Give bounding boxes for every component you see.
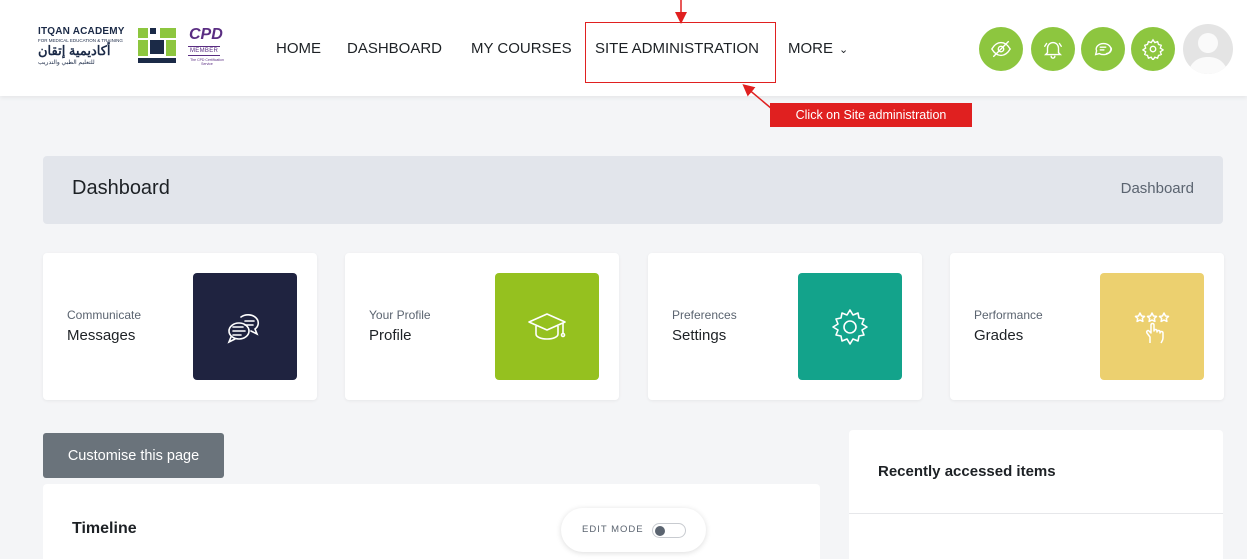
gear-icon [1142, 38, 1164, 60]
recently-accessed-title: Recently accessed items [878, 463, 1056, 480]
chat-icon [1094, 42, 1113, 56]
page-title: Dashboard [72, 177, 170, 199]
settings-button[interactable] [1131, 27, 1175, 71]
cpd-member: MEMBER [188, 46, 221, 56]
card-label: Messages [67, 327, 136, 344]
divider [849, 513, 1223, 514]
edit-mode-label: EDIT MODE [582, 524, 644, 535]
cpd-text: CPD [189, 26, 223, 43]
recently-accessed-block: Recently accessed items [849, 430, 1223, 559]
annotation-highlight-box [585, 22, 776, 83]
edit-mode-switch[interactable] [652, 523, 686, 538]
cpd-badge: CPD MEMBER The CPD Certification Service [186, 26, 228, 70]
notifications-button[interactable] [1031, 27, 1075, 71]
cpd-service: The CPD Certification Service [190, 58, 224, 66]
user-silhouette-icon [1188, 33, 1228, 74]
eye-slash-icon [991, 40, 1011, 58]
card-tile[interactable] [495, 273, 599, 380]
card-tile[interactable] [798, 273, 902, 380]
logo-mark-icon [138, 26, 178, 70]
messages-button[interactable] [1081, 27, 1125, 71]
nav-home[interactable]: HOME [276, 40, 321, 57]
nav-my-courses[interactable]: MY COURSES [471, 40, 572, 57]
card-tile[interactable] [1100, 273, 1204, 380]
chevron-down-icon: ⌄ [839, 44, 849, 56]
hide-blocks-button[interactable] [979, 27, 1023, 71]
logo-arabic-sub: للتعليم الطبي والتدريب [38, 60, 95, 66]
nav-more[interactable]: MORE ⌄ [788, 40, 848, 57]
site-logo[interactable]: ITQAN ACADEMY FOR MEDICAL EDUCATION & TR… [38, 26, 238, 70]
user-avatar[interactable] [1183, 24, 1233, 74]
edit-mode-toggle[interactable]: EDIT MODE [561, 508, 706, 552]
stars-hand-icon [1134, 311, 1170, 343]
breadcrumb[interactable]: Dashboard [1121, 180, 1194, 197]
edit-mode-knob [655, 525, 665, 536]
nav-dashboard[interactable]: DASHBOARD [347, 40, 442, 57]
logo-title: ITQAN ACADEMY [38, 26, 125, 37]
card-label: Settings [672, 327, 727, 344]
card-tile[interactable] [193, 273, 297, 380]
card-label: Profile [369, 327, 412, 344]
page-header: Dashboard Dashboard [43, 156, 1223, 224]
card-kicker: Communicate [67, 308, 142, 322]
timeline-title: Timeline [72, 520, 137, 537]
card-profile[interactable]: Your Profile Profile [345, 253, 619, 400]
card-kicker: Your Profile [369, 308, 431, 322]
bell-icon [1044, 41, 1062, 59]
graduation-cap-icon [528, 312, 566, 340]
timeline-block: Timeline EDIT MODE [43, 484, 820, 559]
card-messages[interactable]: Communicate Messages [43, 253, 317, 400]
customise-page-button[interactable]: Customise this page [43, 433, 224, 478]
logo-arabic: أكاديمية إتقان [38, 43, 111, 58]
card-kicker: Preferences [672, 308, 737, 322]
nav-more-label: MORE [788, 40, 833, 57]
card-settings[interactable]: Preferences Settings [648, 253, 922, 400]
card-grades[interactable]: Performance Grades [950, 253, 1224, 400]
annotation-callout: Click on Site administration [770, 103, 972, 127]
card-label: Grades [974, 327, 1024, 344]
card-kicker: Performance [974, 308, 1043, 322]
gear-icon [832, 308, 868, 345]
messages-icon [227, 313, 260, 344]
